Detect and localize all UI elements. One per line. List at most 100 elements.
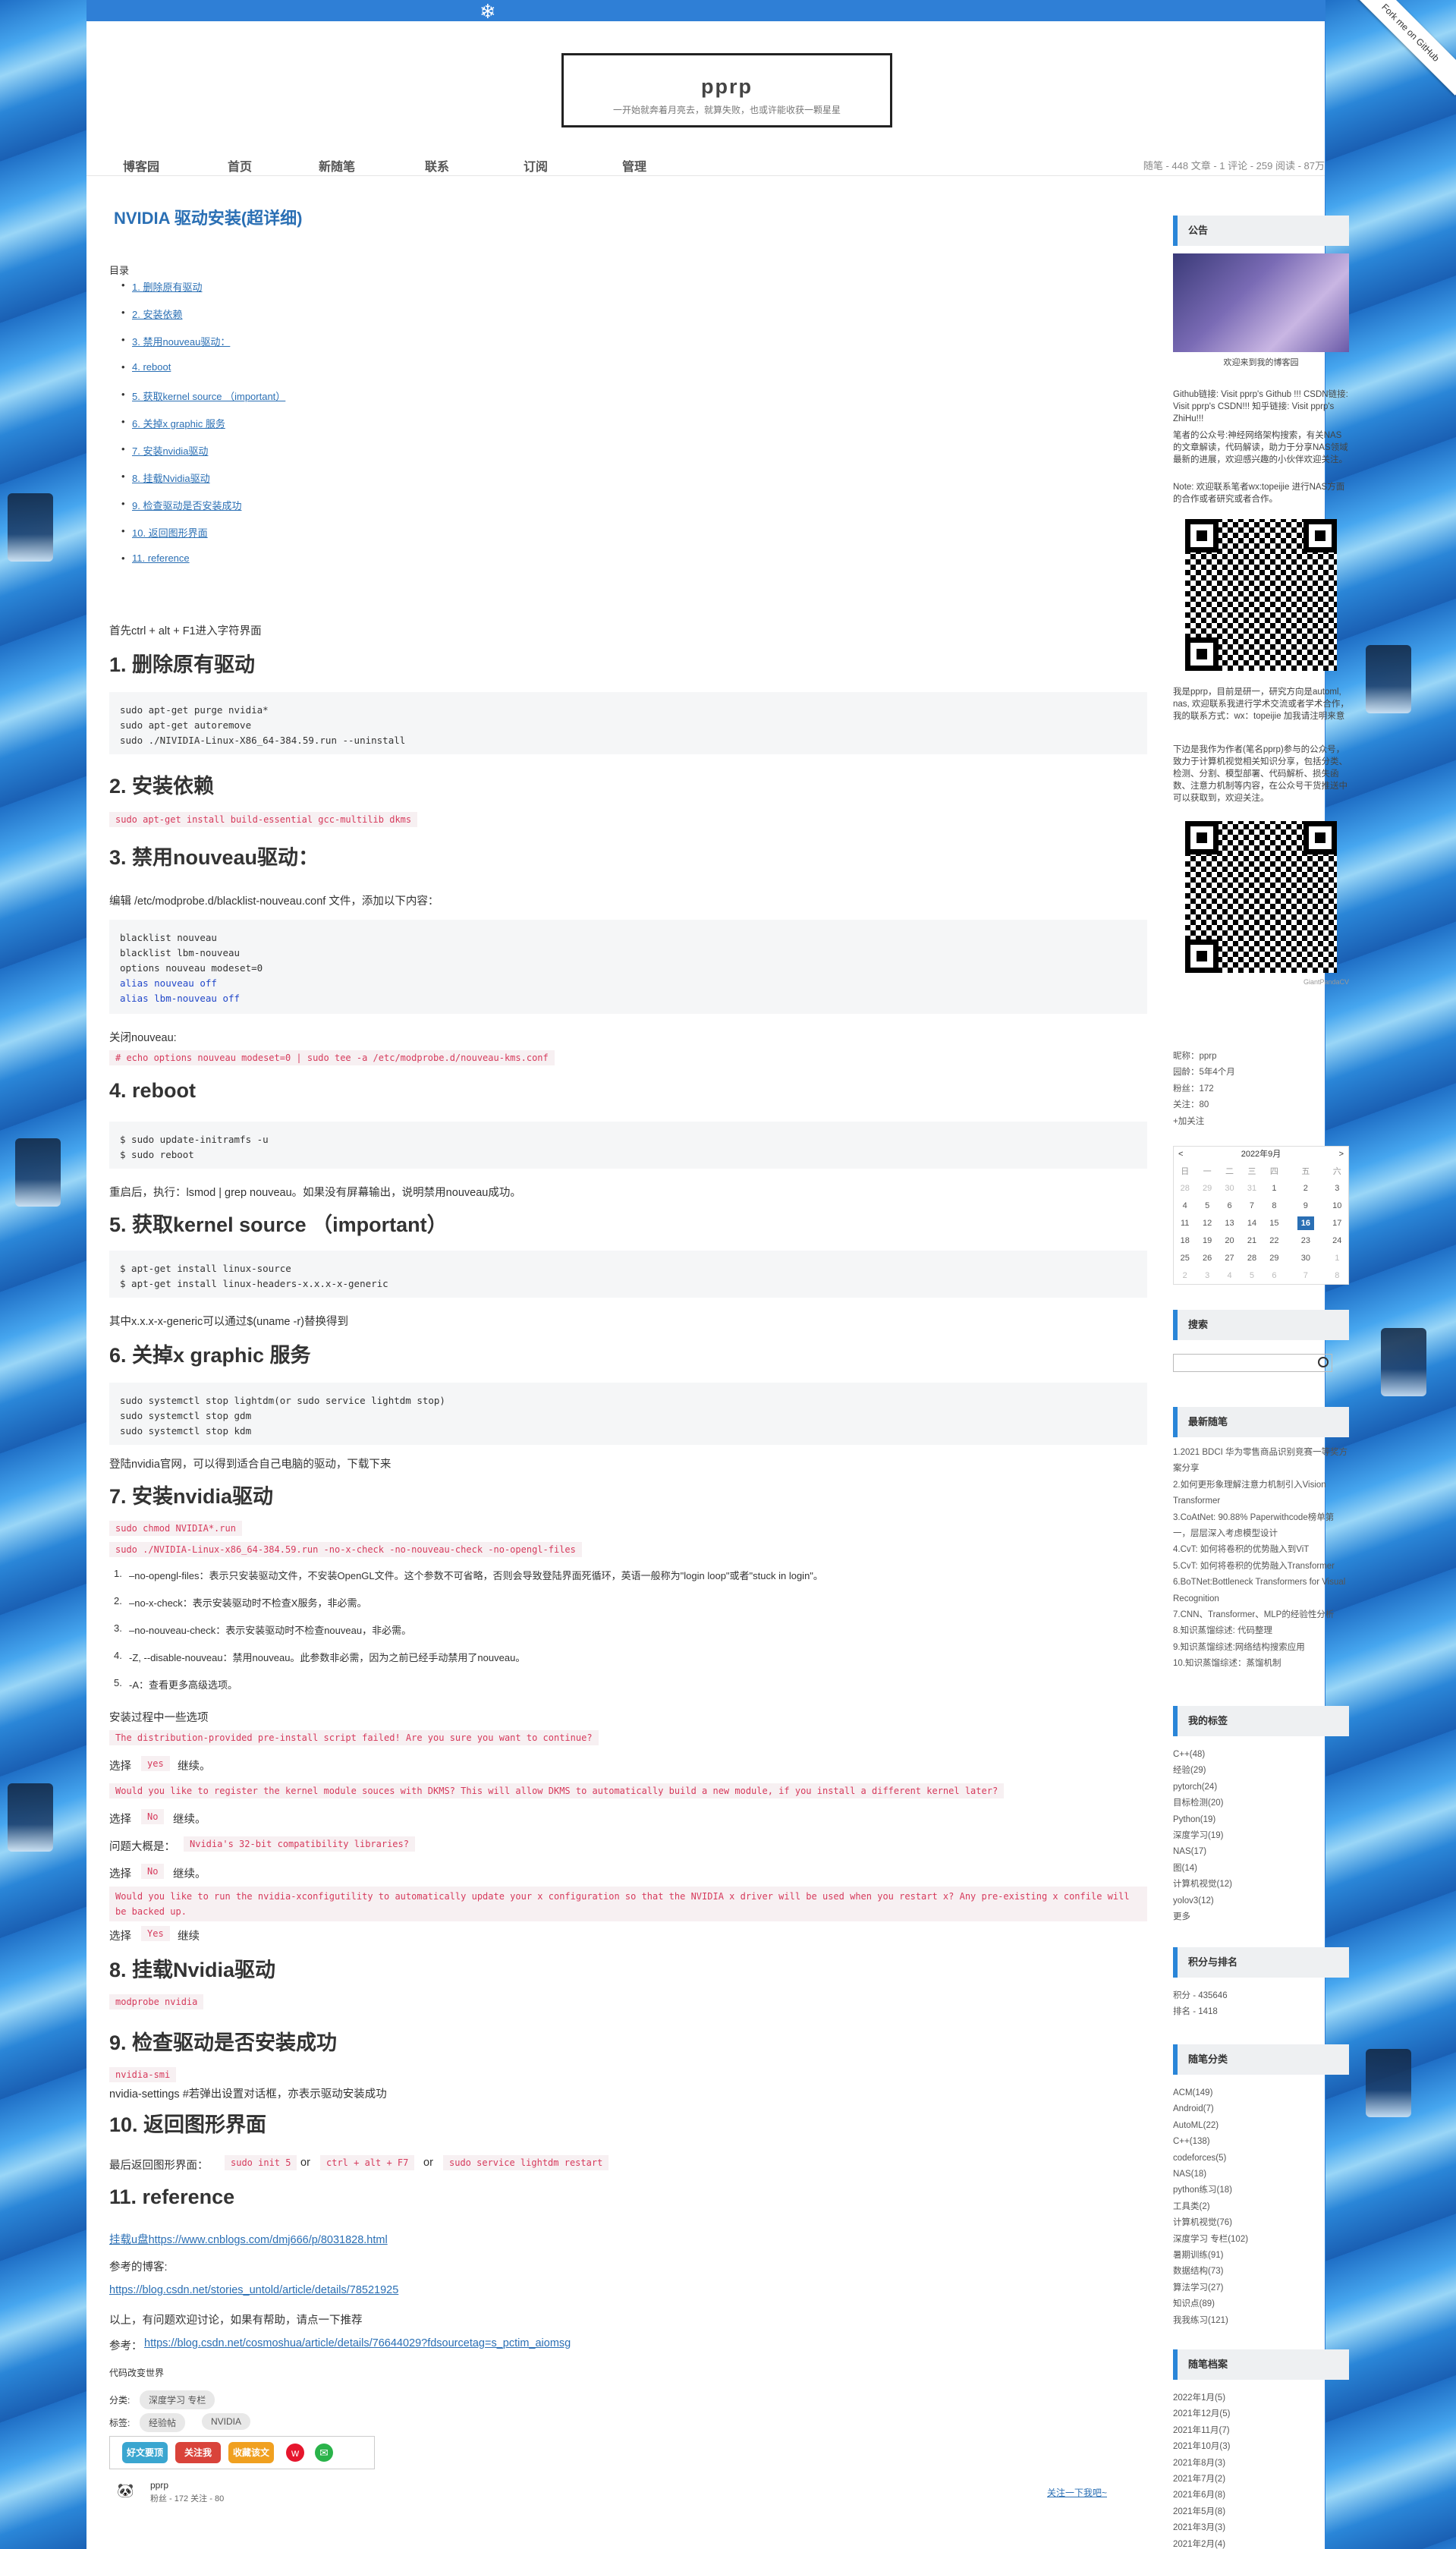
category-link[interactable]: 我我练习(121) [1173, 2313, 1349, 2329]
author-name[interactable]: pprp [150, 2480, 168, 2491]
tag-link[interactable]: NAS(17) [1173, 1844, 1349, 1860]
toc-link[interactable]: 4. reboot [132, 361, 171, 373]
search-input[interactable] [1173, 1354, 1332, 1372]
tag-link[interactable]: yolov3(12) [1173, 1893, 1349, 1909]
tag-link[interactable]: 经验(29) [1173, 1763, 1349, 1779]
profile-age[interactable]: 园龄：5年4个月 [1173, 1065, 1349, 1081]
category-link[interactable]: 数据结构(73) [1173, 2264, 1349, 2280]
recent-post-link[interactable]: 8.知识蒸馏综述: 代码整理 [1173, 1623, 1349, 1639]
category-link[interactable]: Android(7) [1173, 2101, 1349, 2117]
archive-link[interactable]: 2021年3月(3) [1173, 2520, 1349, 2536]
nav-item-contact[interactable]: 联系 [425, 156, 449, 175]
archive-link[interactable]: 2022年1月(5) [1173, 2390, 1349, 2406]
code-block: blacklist nouveau blacklist lbm-nouveau … [109, 920, 1147, 1014]
archive-link[interactable]: 2021年5月(8) [1173, 2504, 1349, 2520]
profile-fans[interactable]: 粉丝：172 [1173, 1081, 1349, 1097]
recent-post-link[interactable]: 4.CvT: 如何将卷积的优势融入到ViT [1173, 1542, 1349, 1558]
recent-post-link[interactable]: 3.CoAtNet: 90.88% Paperwithcode榜单第一，层层深入… [1173, 1510, 1349, 1543]
archive-link[interactable]: 2021年6月(8) [1173, 2488, 1349, 2503]
calendar-prev-button[interactable]: < [1178, 1147, 1183, 1162]
category-link[interactable]: 计算机视觉(76) [1173, 2215, 1349, 2231]
follow-link[interactable]: 关注一下我吧~ [1047, 2486, 1107, 2499]
recent-post-link[interactable]: 6.BoTNet:Bottleneck Transformers for Vis… [1173, 1575, 1349, 1607]
nav-item-subscribe[interactable]: 订阅 [524, 156, 548, 175]
weibo-icon[interactable]: w [286, 2444, 304, 2462]
toc-link[interactable]: 9. 检查驱动是否安装成功 [132, 500, 241, 511]
favorite-button[interactable]: 收藏该文 [228, 2442, 274, 2463]
toc-link[interactable]: 10. 返回图形界面 [132, 527, 208, 539]
recent-post-link[interactable]: 7.CNN、Transformer、MLP的经验性分析 [1173, 1607, 1349, 1623]
toc-link[interactable]: 7. 安装nvidia驱动 [132, 445, 208, 457]
tag-link[interactable]: 计算机视觉(12) [1173, 1877, 1349, 1893]
category-link[interactable]: AutoML(22) [1173, 2118, 1349, 2134]
archive-link[interactable]: 2021年2月(4) [1173, 2537, 1349, 2549]
tag-link[interactable]: 图(14) [1173, 1861, 1349, 1877]
post-title[interactable]: NVIDIA 驱动安装(超详细) [114, 205, 1147, 229]
calendar-title: 2022年9月 [1241, 1150, 1281, 1159]
recent-post-link[interactable]: 2.如何更形象理解注意力机制引入Vision Transformer [1173, 1477, 1349, 1510]
welcome-text: 欢迎来到我的博客园 [1223, 358, 1299, 367]
recent-post-link[interactable]: 10.知识蒸馏综述：蒸馏机制 [1173, 1656, 1349, 1672]
background-ship [15, 1138, 61, 1207]
wechat-icon[interactable]: ✉ [315, 2444, 333, 2462]
background-left [0, 0, 86, 2549]
toc-link[interactable]: 8. 挂载Nvidia驱动 [132, 473, 210, 484]
category-link[interactable]: 知识点(89) [1173, 2296, 1349, 2312]
paragraph: 选择 [109, 1868, 131, 1880]
category-link[interactable]: 算法学习(27) [1173, 2280, 1349, 2296]
reference-link[interactable]: 挂载u盘https://www.cnblogs.com/dmj666/p/803… [109, 2231, 388, 2247]
calendar-next-button[interactable]: > [1339, 1147, 1344, 1162]
table-of-contents: 1. 删除原有驱动 2. 安装依赖 3. 禁用nouveau驱动： 4. reb… [109, 279, 285, 580]
follow-button[interactable]: 关注我 [175, 2442, 221, 2463]
category-link[interactable]: python练习(18) [1173, 2182, 1349, 2198]
archive-link[interactable]: 2021年11月(7) [1173, 2423, 1349, 2439]
profile-follows[interactable]: 关注：80 [1173, 1097, 1349, 1113]
category-link[interactable]: NAS(18) [1173, 2167, 1349, 2182]
profile-links[interactable]: Github链接: Visit pprp's Github !!! CSDN链接… [1173, 389, 1349, 425]
archive-link[interactable]: 2021年8月(3) [1173, 2456, 1349, 2472]
toc-link[interactable]: 5. 获取kernel source （important） [132, 391, 285, 402]
paragraph: 参考： [109, 2340, 143, 2352]
panda-avatar-icon[interactable]: 🐼 [117, 2483, 134, 2499]
category-link[interactable]: 暑期训练(91) [1173, 2248, 1349, 2264]
nav-item-new-post[interactable]: 新随笔 [319, 156, 355, 175]
tag-link[interactable]: Python(19) [1173, 1812, 1349, 1828]
nav-item-index[interactable]: 首页 [228, 156, 252, 175]
tag-link[interactable]: 目标检测(20) [1173, 1795, 1349, 1811]
archive-list: 2022年1月(5) 2021年12月(5) 2021年11月(7) 2021年… [1173, 2390, 1349, 2549]
recent-post-link[interactable]: 1.2021 BDCI 华为零售商品识别竞赛一等奖方案分享 [1173, 1445, 1349, 1477]
tag-link[interactable]: 深度学习(19) [1173, 1828, 1349, 1844]
follow-add-link[interactable]: +加关注 [1173, 1114, 1349, 1130]
recommend-button[interactable]: 好文要顶 [122, 2442, 168, 2463]
toc-link[interactable]: 2. 安装依赖 [132, 309, 182, 320]
archive-link[interactable]: 2021年12月(5) [1173, 2406, 1349, 2422]
category-link[interactable]: 工具类(2) [1173, 2199, 1349, 2215]
reference-link[interactable]: https://blog.csdn.net/stories_untold/art… [109, 2284, 398, 2296]
archive-link[interactable]: 2021年10月(3) [1173, 2439, 1349, 2455]
tag-link[interactable]: pytorch(24) [1173, 1780, 1349, 1795]
tag-link[interactable]: C++(48) [1173, 1747, 1349, 1763]
category-link[interactable]: codeforces(5) [1173, 2151, 1349, 2167]
post-tag[interactable]: NVIDIA [202, 2413, 251, 2430]
options-list: 1. –no-opengl-files：表示只安装驱动文件，不安装OpenGL文件… [109, 1568, 823, 1704]
archive-link[interactable]: 2021年7月(2) [1173, 2472, 1349, 2488]
search-icon[interactable] [1318, 1357, 1329, 1367]
recent-post-link[interactable]: 5.CvT: 如何将卷积的优势融入Transformer [1173, 1559, 1349, 1575]
category-link[interactable]: ACM(149) [1173, 2085, 1349, 2101]
reference-link[interactable]: https://blog.csdn.net/cosmoshua/article/… [144, 2337, 571, 2349]
site-title[interactable]: pprp [564, 75, 890, 99]
tags-more-link[interactable]: 更多 [1173, 1909, 1349, 1925]
category-tag[interactable]: 深度学习 专栏 [140, 2390, 215, 2409]
toc-link[interactable]: 6. 关掉x graphic 服务 [132, 418, 225, 430]
calendar-today[interactable]: 16 [1285, 1214, 1325, 1232]
category-link[interactable]: 深度学习 专栏(102) [1173, 2232, 1349, 2248]
profile-nickname[interactable]: 昵称：pprp [1173, 1049, 1349, 1065]
toc-link[interactable]: 1. 删除原有驱动 [132, 282, 202, 293]
nav-item-home[interactable]: 博客园 [123, 156, 159, 175]
category-link[interactable]: C++(138) [1173, 2134, 1349, 2150]
recent-post-link[interactable]: 9.知识蒸馏综述:网络结构搜索应用 [1173, 1640, 1349, 1656]
toc-link[interactable]: 3. 禁用nouveau驱动： [132, 336, 230, 348]
post-tag[interactable]: 经验帖 [140, 2413, 186, 2432]
toc-link[interactable]: 11. reference [132, 552, 190, 564]
nav-item-manage[interactable]: 管理 [622, 156, 646, 175]
